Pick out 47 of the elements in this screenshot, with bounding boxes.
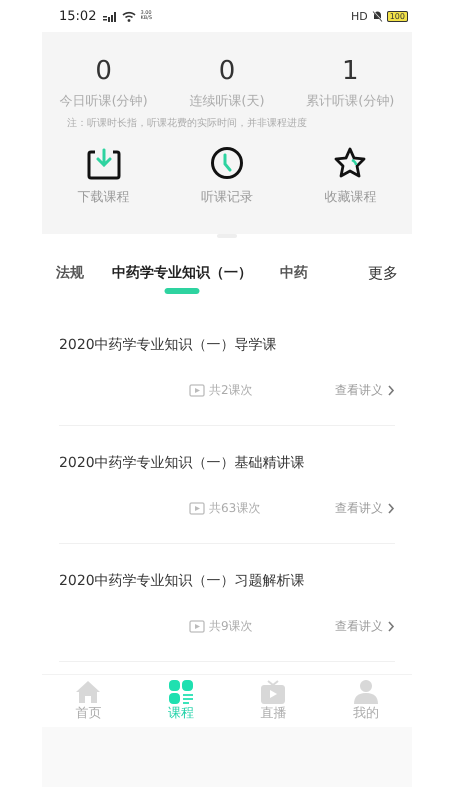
stat-value: 1 [342, 55, 359, 88]
clock-icon [210, 146, 244, 180]
more-button[interactable]: 更多 [368, 264, 398, 282]
lesson-count: 共9课次 [209, 618, 253, 635]
video-icon [189, 502, 205, 515]
nav-tab[interactable]: 课程 [134, 675, 227, 727]
course-title: 2020中药学专业知识（一）导学课 [59, 336, 278, 354]
lesson-count: 共63课次 [209, 500, 260, 517]
battery-indicator: 100 [386, 10, 408, 22]
category-tab[interactable]: 中药 [280, 264, 308, 282]
chevron-icon [387, 385, 395, 396]
video-icon [189, 384, 205, 397]
stat-value: 0 [218, 55, 236, 88]
hd-indicator: HD [350, 10, 368, 22]
grid-list-icon [168, 680, 194, 704]
shortcut-button[interactable]: 收藏课程 [288, 144, 412, 206]
stat-label: 今日听课(分钟) [60, 93, 148, 110]
tv-icon [260, 680, 286, 704]
shortcut-button[interactable]: 下载课程 [42, 144, 166, 206]
download-icon [86, 148, 121, 180]
bell-muted-icon [372, 10, 383, 22]
stat-value: 0 [95, 55, 112, 88]
person-icon [352, 680, 379, 704]
notes-link[interactable]: 查看讲义 [335, 500, 395, 517]
nav-tab[interactable]: 我的 [320, 675, 412, 727]
category-tab[interactable]: 中药学专业知识（一） [112, 264, 252, 282]
home-icon [75, 680, 102, 704]
notes-link[interactable]: 查看讲义 [335, 382, 395, 399]
star-icon [332, 146, 368, 180]
signal-icon [102, 10, 118, 22]
chevron-icon [387, 621, 395, 632]
tab-indicator [164, 288, 200, 294]
course-title: 2020中药学专业知识（一）基础精讲课 [59, 454, 306, 472]
nav-tab[interactable]: 直播 [227, 675, 320, 727]
status-time: 15:02 [59, 8, 96, 24]
chevron-icon [387, 503, 395, 514]
shortcut-button[interactable]: 听课记录 [165, 144, 289, 206]
notes-link[interactable]: 查看讲义 [335, 618, 395, 635]
stat-label: 连续听课(天) [189, 93, 265, 110]
video-icon [189, 620, 205, 633]
lesson-count: 共2课次 [209, 382, 253, 399]
wifi-icon [122, 10, 136, 22]
course-title: 2020中药学专业知识（一）习题解析课 [59, 572, 306, 590]
category-tab[interactable]: 法规 [56, 264, 84, 282]
stat-label: 累计听课(分钟) [306, 93, 394, 110]
note-text: 注：听课时长指，听课花费的实际时间，并非课程进度 [66, 116, 308, 130]
nav-tab[interactable]: 首页 [42, 675, 134, 727]
